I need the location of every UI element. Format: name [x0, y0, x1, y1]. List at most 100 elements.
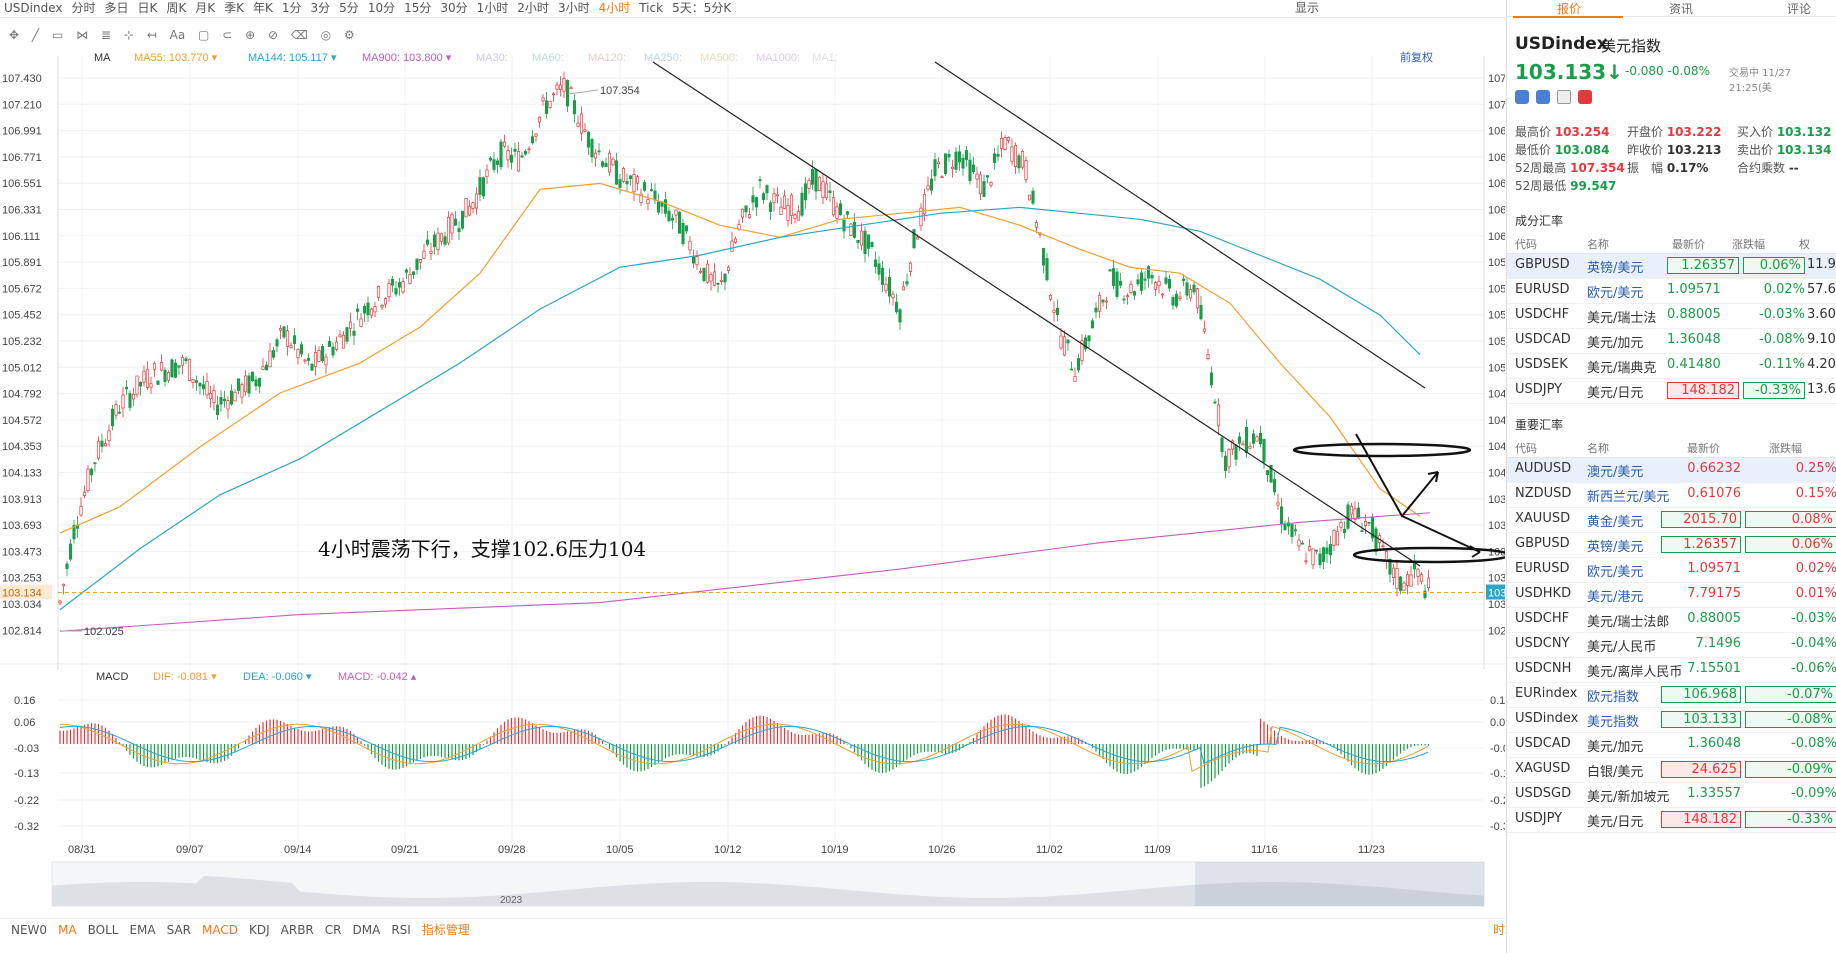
ma-legend-item[interactable]: MA1000:	[756, 52, 800, 64]
column-header[interactable]: 代码	[1515, 236, 1537, 252]
indicator-tab-4[interactable]: SAR	[167, 919, 191, 941]
line-tool-icon[interactable]: ╱	[32, 24, 39, 46]
heart-icon[interactable]	[1578, 90, 1592, 104]
settings-icon[interactable]: ⚙	[344, 24, 355, 46]
macd-label[interactable]: MACD	[96, 671, 128, 683]
table-row[interactable]: USDJPY 美元/日元 148.182 -0.33%	[1507, 808, 1836, 833]
kline-chart[interactable]: 107.430 107.430 107.210 107.210 106.991 106.9…	[0, 46, 1505, 918]
fib-tool-icon[interactable]: ≣	[101, 24, 111, 46]
table-row[interactable]: EURindex 欧元指数 106.968 -0.07%	[1507, 683, 1836, 708]
arrow-tool-icon[interactable]: ↤	[147, 24, 157, 46]
table-row[interactable]: GBPUSD英镑/美元1.263570.06%11.90	[1507, 254, 1836, 279]
ma-legend-item[interactable]: MA144: 105.117 ▾	[248, 52, 337, 64]
period-17[interactable]: Tick	[639, 0, 663, 17]
indicator-tab-1[interactable]: MA	[58, 919, 77, 941]
period-5[interactable]: 季K	[224, 0, 244, 17]
table-row[interactable]: GBPUSD 英镑/美元 1.26357 0.06%	[1507, 533, 1836, 558]
period-1[interactable]: 多日	[105, 0, 129, 17]
period-9[interactable]: 5分	[339, 0, 359, 17]
table-row[interactable]: USDCHF 美元/瑞士法郎 0.88005 -0.03%	[1507, 608, 1836, 633]
navigator-window[interactable]	[1195, 862, 1484, 906]
period-10[interactable]: 10分	[368, 0, 395, 17]
table-row[interactable]: USDSGD 美元/新加坡元 1.33557 -0.09%	[1507, 783, 1836, 808]
table-row[interactable]: USDSEK 美元/瑞典克 0.41480 -0.11% 4.20	[1507, 354, 1836, 379]
ma-label[interactable]: MA	[94, 52, 111, 64]
globe-icon[interactable]	[1515, 90, 1529, 104]
table-row[interactable]: USDCHF 美元/瑞士法 0.88005 -0.03% 3.60	[1507, 304, 1836, 329]
measure-tool-icon[interactable]: ⊹	[124, 24, 134, 46]
indicator-tab-11[interactable]: 指标管理	[422, 919, 470, 941]
period-15[interactable]: 3小时	[558, 0, 590, 17]
period-11[interactable]: 15分	[404, 0, 431, 17]
indicator-tab-0[interactable]: NEW0	[11, 919, 47, 941]
period-13[interactable]: 1小时	[477, 0, 509, 17]
column-header[interactable]: 最新价	[1687, 440, 1720, 456]
period-12[interactable]: 30分	[440, 0, 467, 17]
period-7[interactable]: 1分	[282, 0, 302, 17]
column-header[interactable]: 名称	[1587, 440, 1609, 456]
column-header[interactable]: 最新价	[1672, 236, 1705, 252]
table-row[interactable]: USDCNH 美元/离岸人民币 7.15501 -0.06%	[1507, 658, 1836, 683]
lock-icon[interactable]: ⊕	[245, 24, 255, 46]
magnet-icon[interactable]: ⊂	[222, 24, 232, 46]
table-row[interactable]: USDHKD 美元/港元 7.79175 0.01%	[1507, 583, 1836, 608]
period-2[interactable]: 日K	[138, 0, 158, 17]
table-row[interactable]: EURUSD欧元/美元1.095710.02%57.60	[1507, 279, 1836, 304]
note-icon[interactable]	[1557, 90, 1571, 104]
ma-legend-item[interactable]: MA900: 103.800 ▾	[362, 52, 452, 64]
period-6[interactable]: 年K	[253, 0, 273, 17]
comment-tool-icon[interactable]: ▢	[198, 24, 209, 46]
tab-news[interactable]: 资讯	[1669, 0, 1693, 17]
table-row[interactable]: USDindex 美元指数 103.133 -0.08%	[1507, 708, 1836, 733]
eye-icon[interactable]: ◎	[321, 24, 331, 46]
column-header[interactable]: 名称	[1587, 236, 1609, 252]
table-row[interactable]: USDCAD 美元/加元 1.36048 -0.08%	[1507, 733, 1836, 758]
hide-icon[interactable]: ⊘	[268, 24, 278, 46]
tab-comments[interactable]: 评论	[1787, 0, 1811, 17]
indicator-tab-6[interactable]: KDJ	[249, 919, 270, 941]
period-16[interactable]: 4小时	[599, 0, 631, 17]
column-header[interactable]: 代码	[1515, 440, 1537, 456]
period-3[interactable]: 周K	[166, 0, 186, 17]
move-icon[interactable]: ✥	[9, 24, 19, 46]
period-18[interactable]: 5天：5分K	[672, 0, 731, 17]
pattern-tool-icon[interactable]: ⋈	[76, 24, 88, 46]
table-row[interactable]: USDCAD 美元/加元 1.36048 -0.08% 9.10	[1507, 329, 1836, 354]
adjust-button[interactable]: 前复权	[1400, 50, 1433, 64]
indicator-tab-7[interactable]: ARBR	[281, 919, 314, 941]
table-row[interactable]: EURUSD 欧元/美元 1.09571 0.02%	[1507, 558, 1836, 583]
ma-legend-item[interactable]: MA1:	[812, 52, 838, 64]
tab-quote[interactable]: 报价	[1557, 0, 1581, 17]
indicator-tab-5[interactable]: MACD	[202, 919, 238, 941]
display-menu[interactable]: 显示	[1295, 0, 1319, 17]
indicator-tab-10[interactable]: RSI	[391, 919, 411, 941]
period-14[interactable]: 2小时	[517, 0, 549, 17]
period-4[interactable]: 月K	[195, 0, 215, 17]
ma-legend-item[interactable]: MA55: 103.770 ▾	[134, 52, 218, 64]
indicator-tab-8[interactable]: CR	[325, 919, 342, 941]
period-8[interactable]: 3分	[311, 0, 331, 17]
delete-icon[interactable]: ⌫	[291, 24, 308, 46]
column-header[interactable]: 涨跌幅	[1732, 236, 1765, 252]
table-row[interactable]: USDJPY美元/日元148.182-0.33%13.60	[1507, 379, 1836, 404]
ma-legend-item[interactable]: MA120:	[588, 52, 626, 64]
ma-legend-item[interactable]: MA60:	[532, 52, 564, 64]
column-header[interactable]: 涨跌幅	[1769, 440, 1802, 456]
table-row[interactable]: AUDUSD 澳元/美元 0.66232 0.25%	[1507, 458, 1836, 483]
period-0[interactable]: 分时	[71, 0, 95, 17]
table-row[interactable]: NZDUSD 新西兰元/美元 0.61076 0.15%	[1507, 483, 1836, 508]
table-row[interactable]: XAUUSD 黄金/美元 2015.70 0.08%	[1507, 508, 1836, 533]
table-row[interactable]: XAGUSD 白银/美元 24.625 -0.09%	[1507, 758, 1836, 783]
indicator-tab-9[interactable]: DMA	[353, 919, 381, 941]
ma-legend-item[interactable]: MA250:	[644, 52, 682, 64]
column-header[interactable]: 权	[1799, 236, 1810, 252]
rect-tool-icon[interactable]: ▭	[52, 24, 63, 46]
ma-legend-item[interactable]: MA30:	[476, 52, 508, 64]
tag-icon[interactable]	[1536, 90, 1550, 104]
table-row[interactable]: USDCNY 美元/人民币 7.1496 -0.04%	[1507, 633, 1836, 658]
text-tool-icon[interactable]: Aa	[170, 24, 186, 46]
indicator-tab-2[interactable]: BOLL	[88, 919, 119, 941]
ma-legend-item[interactable]: MA500:	[700, 52, 738, 64]
symbol-name[interactable]: USDindex	[4, 0, 62, 17]
indicator-tab-3[interactable]: EMA	[129, 919, 155, 941]
